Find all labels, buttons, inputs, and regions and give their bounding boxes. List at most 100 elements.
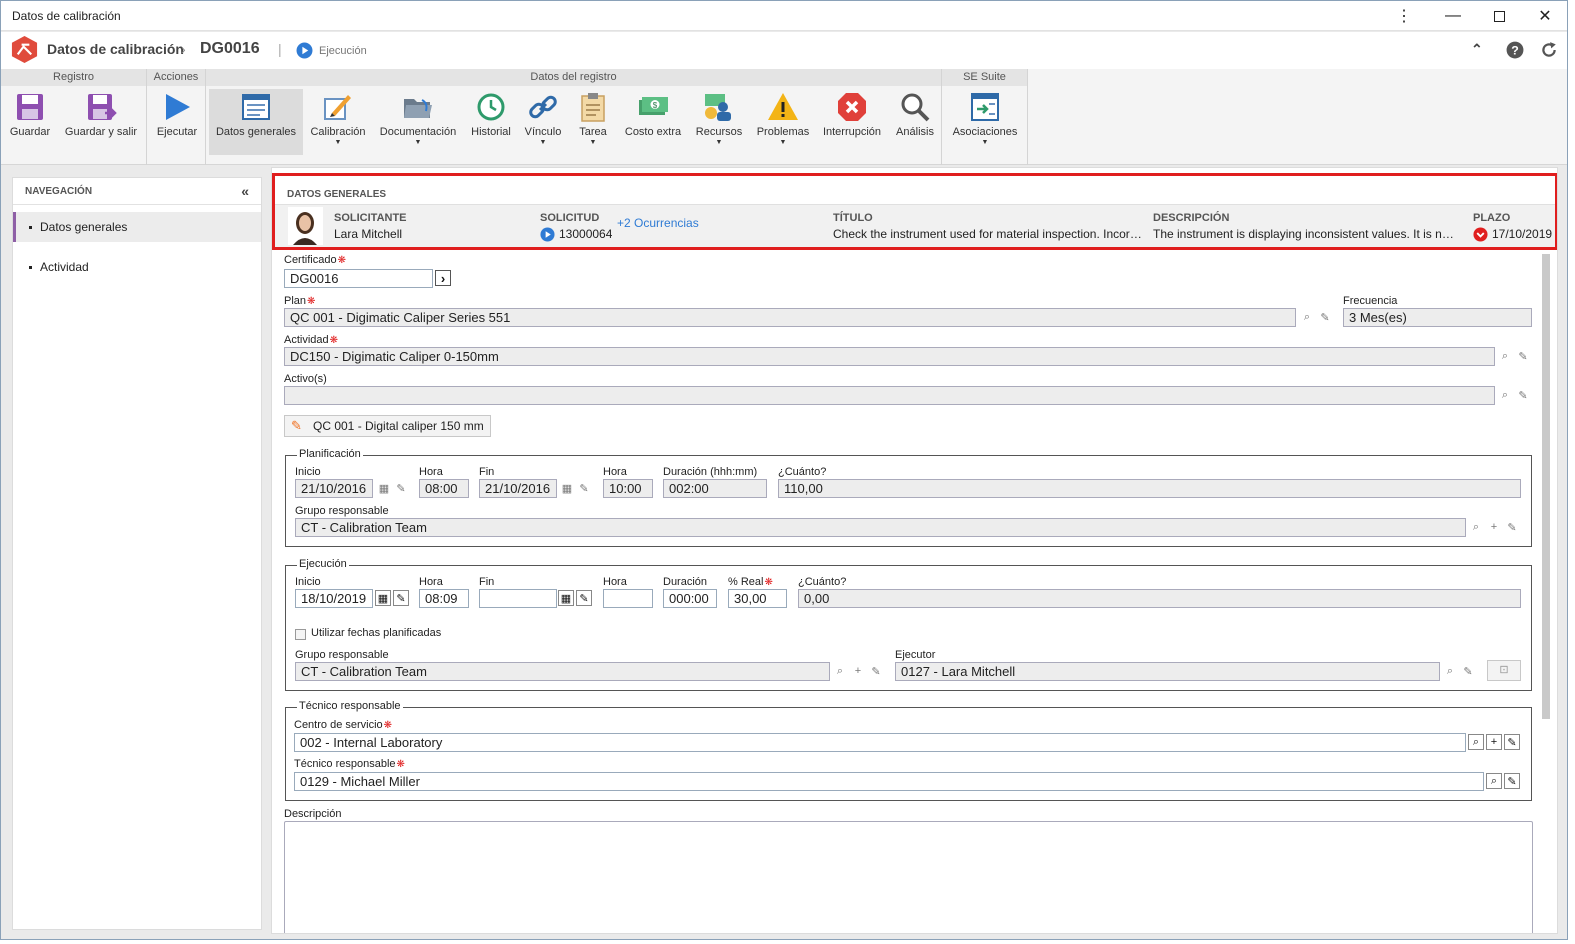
clear-brush-icon[interactable]: ✎ — [868, 663, 884, 679]
refresh-icon[interactable] — [1540, 41, 1558, 59]
clear-brush-icon[interactable]: ✎ — [1515, 387, 1531, 403]
save-icon — [17, 94, 43, 120]
clear-brush-icon[interactable]: ✎ — [1504, 519, 1520, 535]
execution-hour-field[interactable]: 08:09 — [419, 589, 469, 608]
frequency-label: Frecuencia — [1343, 295, 1398, 307]
nav-item-actividad[interactable]: Actividad — [13, 252, 261, 282]
title-header: TÍTULO — [833, 212, 873, 224]
save-and-exit-button[interactable]: Guardar y salir — [59, 89, 143, 155]
request-value[interactable]: 13000064 — [559, 227, 612, 241]
more-options-icon[interactable]: ⋮ — [1381, 1, 1427, 31]
extra-cost-button[interactable]: $ Costo extra — [621, 89, 685, 155]
minimize-button[interactable]: — — [1430, 1, 1476, 31]
planning-end-hour-field[interactable]: 10:00 — [603, 479, 653, 498]
search-icon[interactable]: ⌕ — [1468, 734, 1484, 750]
execute-button[interactable]: Ejecutar — [152, 89, 202, 155]
planning-duration-field[interactable]: 002:00 — [663, 479, 767, 498]
search-icon[interactable]: ⌕ — [1468, 519, 1484, 535]
execution-end-field[interactable] — [479, 589, 557, 608]
add-icon[interactable]: + — [850, 663, 866, 679]
planning-start-field[interactable]: 21/10/2016 — [295, 479, 373, 498]
executor-field[interactable]: 0127 - Lara Mitchell — [895, 662, 1440, 681]
status-label: Ejecución — [319, 45, 367, 57]
occurrences-link[interactable]: +2 Ocurrencias — [617, 216, 699, 230]
add-icon[interactable]: + — [1486, 734, 1502, 750]
calendar-icon[interactable]: ▦ — [558, 590, 574, 606]
form-icon — [242, 94, 270, 120]
associations-button[interactable]: Asociaciones ▼ — [948, 89, 1022, 155]
history-button[interactable]: Historial — [467, 89, 515, 155]
save-button[interactable]: Guardar — [5, 89, 55, 155]
description-textarea[interactable] — [284, 821, 1533, 933]
execution-end-hour-field[interactable] — [603, 589, 653, 608]
clear-brush-icon[interactable]: ✎ — [1515, 348, 1531, 364]
planning-group-field[interactable]: CT - Calibration Team — [295, 518, 1466, 537]
planning-start-label: Inicio — [295, 466, 321, 478]
clear-brush-icon[interactable]: ✎ — [576, 590, 592, 606]
nav-item-datos-generales[interactable]: Datos generales — [13, 212, 261, 242]
clear-brush-icon[interactable]: ✎ — [393, 590, 409, 606]
chevron-right-icon[interactable]: › — [435, 270, 451, 286]
technician-field[interactable]: 0129 - Michael Miller — [294, 772, 1484, 791]
asset-chip[interactable]: ✎ QC 001 - Digital caliper 150 mm — [284, 415, 491, 437]
calibration-button[interactable]: Calibración ▼ — [306, 89, 370, 155]
svg-text:?: ? — [1511, 44, 1519, 58]
close-button[interactable]: ✕ — [1522, 1, 1567, 31]
planning-hour-field[interactable]: 08:00 — [419, 479, 469, 498]
certificate-field[interactable]: DG0016 — [284, 269, 433, 288]
resources-button[interactable]: Recursos ▼ — [691, 89, 747, 155]
collapse-panel-icon[interactable]: « — [241, 183, 249, 199]
search-icon[interactable]: ⌕ — [832, 663, 848, 679]
scrollbar-thumb[interactable] — [1542, 254, 1550, 719]
calendar-icon[interactable]: ▦ — [375, 590, 391, 606]
associations-icon — [971, 93, 999, 121]
execution-quantity-field[interactable]: 0,00 — [798, 589, 1521, 608]
execution-start-field[interactable]: 18/10/2019 — [295, 589, 373, 608]
plan-label: Plan❋ — [284, 295, 316, 307]
analysis-button[interactable]: Análisis — [891, 89, 939, 155]
search-icon[interactable]: ⌕ — [1497, 348, 1513, 364]
assets-field[interactable] — [284, 386, 1495, 405]
help-icon[interactable]: ? — [1506, 41, 1524, 59]
use-planned-dates-checkbox[interactable] — [295, 629, 306, 640]
clear-brush-icon[interactable]: ✎ — [393, 480, 409, 496]
clear-brush-icon[interactable]: ✎ — [576, 480, 592, 496]
clear-brush-icon[interactable]: ✎ — [1504, 773, 1520, 789]
maximize-button[interactable] — [1476, 1, 1522, 31]
title-bar: Datos de calibración ⋮ — ✕ — [1, 1, 1567, 31]
task-button[interactable]: Tarea ▼ — [572, 89, 614, 155]
clear-brush-icon[interactable]: ✎ — [1317, 309, 1333, 325]
collapse-up-icon[interactable]: ⌃ — [1471, 41, 1489, 59]
execution-duration-field[interactable]: 000:00 — [663, 589, 717, 608]
interruption-button[interactable]: Interrupción — [819, 89, 885, 155]
service-center-field[interactable]: 002 - Internal Laboratory — [294, 733, 1466, 752]
add-icon[interactable]: + — [1486, 519, 1502, 535]
planning-end-field[interactable]: 21/10/2016 — [479, 479, 557, 498]
clear-brush-icon[interactable]: ✎ — [1460, 663, 1476, 679]
activity-field[interactable]: DC150 - Digimatic Caliper 0-150mm — [284, 347, 1495, 366]
calendar-icon[interactable]: ▦ — [376, 480, 392, 496]
search-icon[interactable]: ⌕ — [1497, 387, 1513, 403]
clear-brush-icon[interactable]: ✎ — [1504, 734, 1520, 750]
general-data-button[interactable]: Datos generales — [209, 89, 303, 155]
execution-real-label: % Real❋ — [728, 576, 773, 588]
problems-button[interactable]: Problemas ▼ — [753, 89, 813, 155]
calendar-icon[interactable]: ▦ — [559, 480, 575, 496]
execution-real-field[interactable]: 30,00 — [728, 589, 787, 608]
search-icon[interactable]: ⌕ — [1299, 309, 1315, 325]
plan-field[interactable]: QC 001 - Digimatic Caliper Series 551 — [284, 308, 1296, 327]
search-icon[interactable]: ⌕ — [1486, 773, 1502, 789]
link-button[interactable]: Vínculo ▼ — [520, 89, 566, 155]
breadcrumb-chevron-icon: › — [181, 41, 186, 57]
lock-icon[interactable]: ⊡ — [1487, 660, 1521, 681]
magnifier-icon — [901, 93, 930, 122]
overdue-icon — [1473, 227, 1488, 242]
search-icon[interactable]: ⌕ — [1442, 663, 1458, 679]
service-center-label: Centro de servicio❋ — [294, 719, 393, 731]
summary-band: SOLICITANTE Lara Mitchell SOLICITUD 1300… — [275, 204, 1555, 247]
breadcrumb-root[interactable]: Datos de calibración — [47, 41, 184, 57]
execution-group-field[interactable]: CT - Calibration Team — [295, 662, 830, 681]
planning-quantity-field[interactable]: 110,00 — [778, 479, 1521, 498]
documentation-button[interactable]: Documentación ▼ — [377, 89, 459, 155]
separator: | — [278, 41, 282, 57]
